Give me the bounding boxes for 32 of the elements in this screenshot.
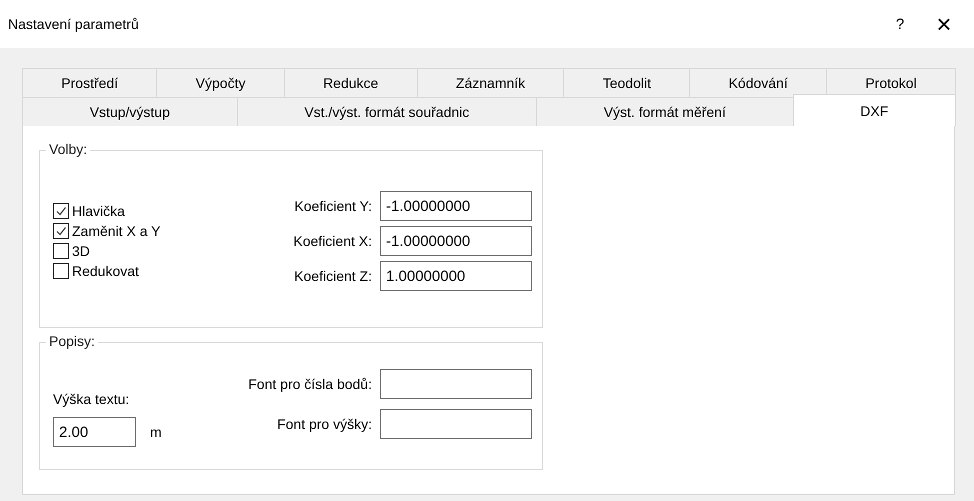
field-label: Font pro výšky: [277, 416, 372, 432]
field-label: Koeficient Y: [294, 198, 372, 214]
field-label: Koeficient Z: [294, 268, 372, 284]
check-icon [55, 205, 67, 217]
group-title: Volby: [46, 141, 90, 157]
field-label: Koeficient X: [293, 233, 372, 249]
check-icon [55, 225, 67, 237]
tab[interactable]: Vstup/výstup [22, 97, 238, 126]
close-button[interactable]: × [922, 8, 966, 40]
checkbox-label: Zaměnit X a Y [72, 223, 160, 239]
window-title: Nastavení parametrů [8, 16, 140, 32]
tab[interactable]: Protokol [826, 68, 956, 97]
checkbox[interactable] [53, 263, 69, 279]
group-title: Popisy: [46, 333, 98, 349]
field-label: Výška textu: [53, 391, 130, 407]
tab[interactable]: Prostředí [22, 68, 158, 97]
input-field[interactable] [380, 409, 532, 439]
checkbox[interactable] [53, 223, 69, 239]
tab[interactable]: DXF [792, 94, 956, 126]
checkbox-label: Redukovat [72, 263, 139, 279]
input-field[interactable]: -1.00000000 [380, 226, 532, 256]
checkbox-label: Hlavička [72, 203, 125, 219]
input-field[interactable]: -1.00000000 [380, 191, 532, 221]
input-field[interactable]: 1.00000000 [380, 261, 532, 291]
input-field[interactable]: 2.00 [53, 417, 136, 447]
help-button[interactable]: ? [878, 8, 922, 40]
checkbox[interactable] [53, 243, 69, 259]
input-field[interactable] [380, 369, 532, 399]
unit-label: m [150, 424, 162, 440]
checkbox-label: 3D [72, 243, 90, 259]
field-label: Font pro čísla bodů: [248, 376, 372, 392]
checkbox[interactable] [53, 203, 69, 219]
